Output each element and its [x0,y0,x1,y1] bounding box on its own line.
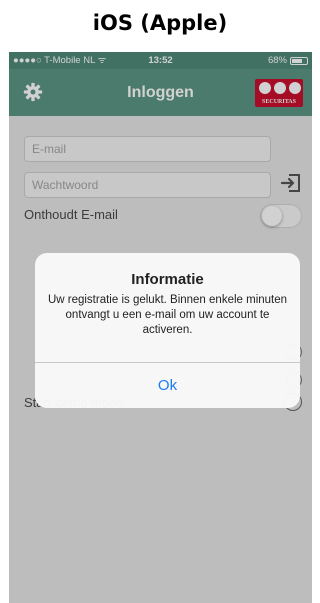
ok-button[interactable]: Ok [35,363,300,408]
phone-screen: ●●●●○ T-Mobile NL ᯤ 13:52 68% Inloggen S… [9,52,312,603]
alert-message: Uw registratie is gelukt. Binnen enkele … [47,294,288,336]
page-caption: iOS (Apple) [92,11,228,35]
alert-title: Informatie [131,271,204,288]
alert-dialog: Informatie Uw registratie is gelukt. Bin… [35,253,300,408]
